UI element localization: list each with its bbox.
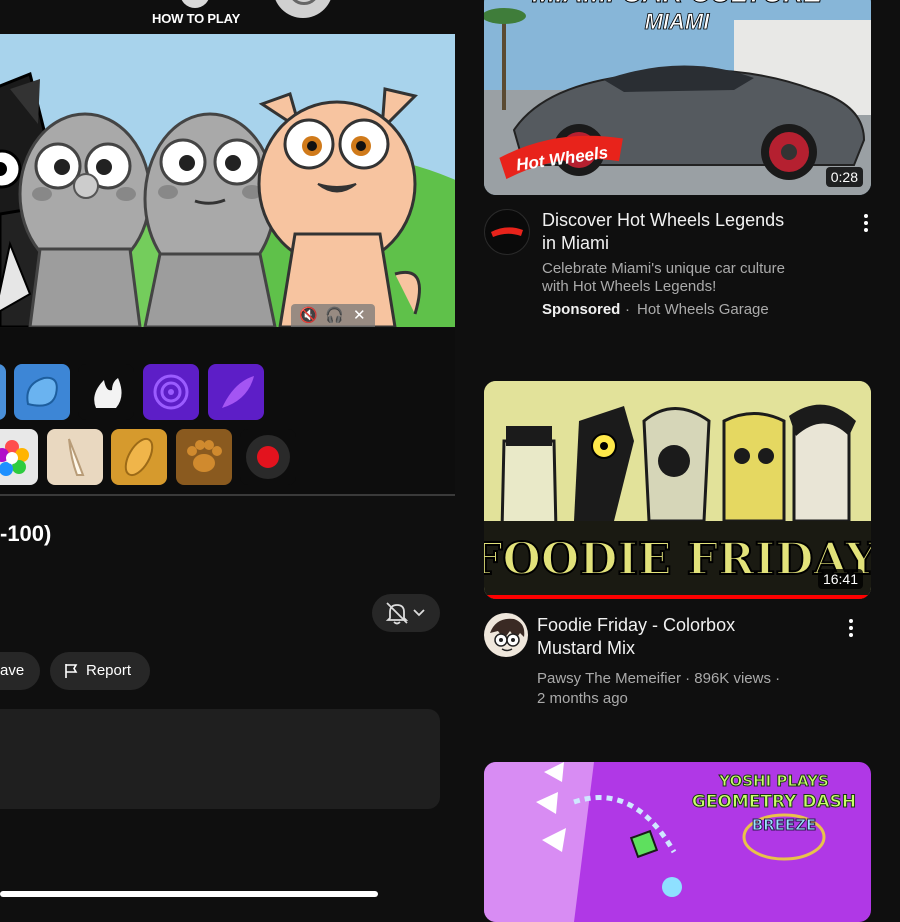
grey-character-1 <box>18 112 152 327</box>
sound-tile-white-flame[interactable] <box>78 364 134 420</box>
sound-tile-bread[interactable] <box>111 429 167 485</box>
thumb-text-line2: MIAMI <box>645 9 711 34</box>
video-title-line2[interactable]: in Miami <box>542 232 609 255</box>
sponsored-label: Sponsored <box>542 301 621 318</box>
hotwheels-avatar-logo <box>491 227 523 237</box>
notifications-button[interactable] <box>372 594 440 632</box>
thumb-text-line1: YOSHI PLAYS <box>718 772 829 790</box>
thumb-text-line2: GEOMETRY DASH <box>692 792 856 812</box>
sound-tile-flower[interactable] <box>0 429 38 485</box>
sound-tile-purple-spiral[interactable] <box>143 364 199 420</box>
ad-description-line1: Celebrate Miami's unique car culture <box>542 260 785 277</box>
horn-icon <box>68 438 85 476</box>
home-indicator <box>0 891 378 897</box>
sound-tile-paw[interactable] <box>176 429 232 485</box>
close-icon[interactable]: ✕ <box>353 306 366 324</box>
advertiser-name[interactable]: Hot Wheels Garage <box>637 301 769 318</box>
purple-spiral-icon <box>153 374 189 410</box>
geometry-dash-thumbnail-art: YOSHI PLAYS GEOMETRY DASH BREEZE <box>484 762 871 922</box>
hotwheels-thumbnail-art: MIAMI CAR CULTURE MIAMI Hot Wheels <box>484 0 871 195</box>
video-title-line1[interactable]: Foodie Friday - Colorbox <box>537 614 735 637</box>
how-to-play-label[interactable]: HOW TO PLAY <box>152 11 240 26</box>
more-options-icon[interactable] <box>864 214 868 235</box>
video-meta-line1: Pawsy The Memeifier · 896K views · <box>537 670 781 687</box>
duration-badge: 16:41 <box>817 569 863 589</box>
speaker-mute-icon[interactable]: 🔇 <box>299 306 318 324</box>
meta-separator: · <box>625 301 630 318</box>
video-meta-line2: 2 months ago <box>537 690 628 707</box>
sound-tile-horn[interactable] <box>47 429 103 485</box>
headphones-icon[interactable]: 🎧 <box>325 306 344 324</box>
grey-character-2 <box>143 112 277 327</box>
record-icon <box>246 435 290 479</box>
description-box[interactable] <box>0 709 440 809</box>
video-thumbnail-geometry-dash[interactable]: YOSHI PLAYS GEOMETRY DASH BREEZE <box>484 762 871 922</box>
foodie-friday-thumbnail-art: FOODIE FRIDAY <box>484 381 871 599</box>
more-options-icon[interactable] <box>849 619 853 640</box>
audio-controls: 🔇 🎧 ✕ <box>291 304 375 327</box>
thumb-text-line3: BREEZE <box>752 816 817 834</box>
tray-divider <box>0 494 455 496</box>
sound-tile-blue-blob[interactable] <box>14 364 70 420</box>
duration-badge: 0:28 <box>825 167 863 187</box>
recommendations-feed: MIAMI CAR CULTURE MIAMI Hot Wheels 0:28 … <box>455 0 900 922</box>
ad-description-line2: with Hot Wheels Legends! <box>542 278 717 295</box>
video-thumbnail-foodie-friday[interactable]: FOODIE FRIDAY 16:41 <box>484 381 871 599</box>
paw-icon <box>187 440 222 472</box>
flag-icon <box>65 664 78 678</box>
game-stage-illustration <box>0 34 455 327</box>
sound-tile-partial[interactable] <box>0 364 6 420</box>
video-title-line1[interactable]: Discover Hot Wheels Legends <box>542 209 784 232</box>
pawsy-avatar-art <box>490 618 525 652</box>
bell-off-icon <box>385 602 409 625</box>
save-label: ave <box>0 662 25 679</box>
channel-avatar-pawsy[interactable] <box>484 613 528 657</box>
video-title-line2[interactable]: Mustard Mix <box>537 637 635 660</box>
bread-icon <box>124 437 154 477</box>
white-flame-icon <box>94 378 122 408</box>
sound-tile-record[interactable] <box>240 429 296 485</box>
video-title: -100) <box>0 521 52 546</box>
thumb-title-text: FOODIE FRIDAY <box>484 534 871 585</box>
watched-progress <box>484 595 871 599</box>
video-thumbnail-hotwheels[interactable]: MIAMI CAR CULTURE MIAMI Hot Wheels 0:28 <box>484 0 871 195</box>
blue-blob-icon <box>26 376 58 407</box>
report-label: Report <box>86 662 132 679</box>
purple-feather-icon <box>222 376 254 408</box>
game-video-panel: HOW TO PLAY 🔇 🎧 ✕ -100) ave Report <box>0 0 455 900</box>
chevron-down-icon <box>413 609 425 617</box>
flower-icon <box>0 440 29 476</box>
channel-avatar-hotwheels[interactable] <box>484 209 530 255</box>
game-stage[interactable] <box>0 34 455 327</box>
thumb-text-line1: MIAMI CAR CULTURE <box>532 0 824 8</box>
sound-tray <box>0 328 455 495</box>
sound-tile-purple-feather[interactable] <box>208 364 264 420</box>
